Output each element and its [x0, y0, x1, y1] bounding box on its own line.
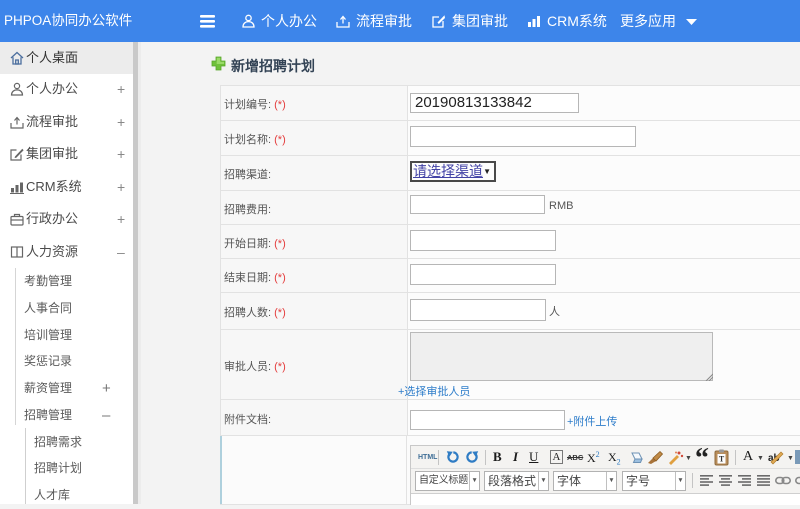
svg-text:T: T — [719, 455, 725, 464]
